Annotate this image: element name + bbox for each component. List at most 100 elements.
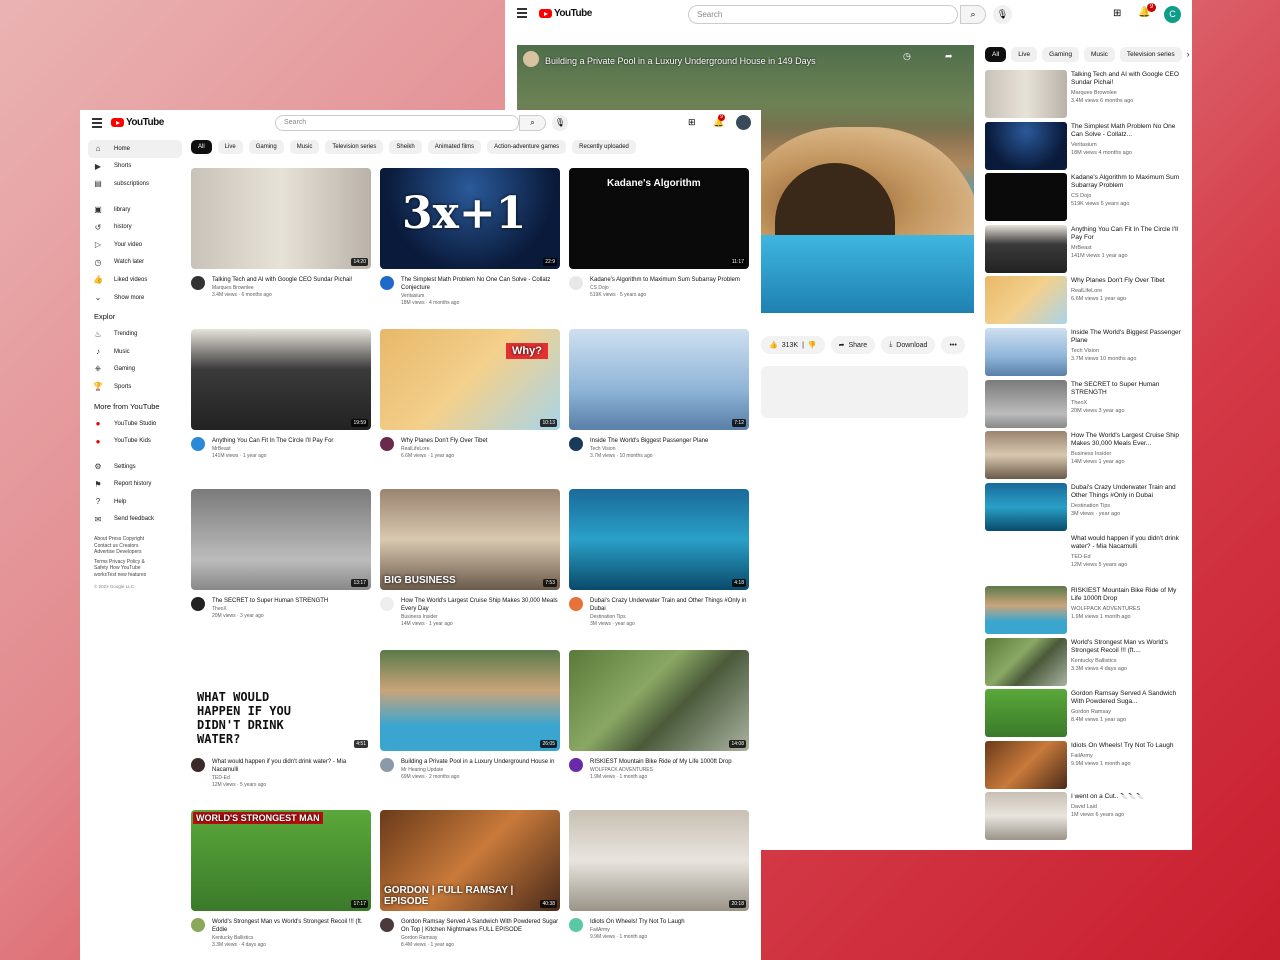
channel-name[interactable]: Destination Tips bbox=[590, 614, 748, 621]
video-thumbnail[interactable]: 7:12 bbox=[569, 328, 749, 430]
channel-avatar[interactable] bbox=[380, 918, 394, 932]
video-title[interactable]: Anything You Can Fit In The Circle I'll … bbox=[1071, 226, 1183, 242]
video-thumbnail[interactable] bbox=[985, 70, 1067, 118]
channel-name[interactable]: FailArmy bbox=[1071, 752, 1183, 760]
chip-all[interactable]: All bbox=[985, 47, 1007, 62]
video-card[interactable]: 7:12 Inside The World's Biggest Passenger… bbox=[569, 328, 749, 490]
video-title[interactable]: The SECRET to Super Human STRENGTH bbox=[1071, 381, 1183, 397]
channel-name[interactable]: Kentucky Ballistics bbox=[1071, 657, 1183, 665]
channel-name[interactable]: WOLFPACK ADVENTURES bbox=[1071, 605, 1183, 613]
video-thumbnail[interactable] bbox=[985, 173, 1067, 222]
video-card[interactable]: 3x+1 22:9 The Simplest Math Problem No One… bbox=[380, 168, 560, 329]
video-card[interactable]: Why? 10:13 Why Planes Don't Fly Over Tibet… bbox=[380, 328, 560, 490]
related-video-item[interactable]: World's Strongest Man vs World's Stronge… bbox=[985, 637, 1185, 690]
channel-name[interactable]: RealLifeLore bbox=[401, 446, 559, 453]
sidebar-item-subscriptions[interactable]: ▤ subscriptions bbox=[88, 175, 182, 193]
chip-gaming[interactable]: Gaming bbox=[1042, 47, 1079, 62]
video-thumbnail[interactable]: WHAT WOULD HAPPEN IF YOU DIDN'T DRINK WA… bbox=[191, 649, 371, 751]
related-video-item[interactable]: Kadane's Algorithm to Maximum Sum Subarr… bbox=[985, 173, 1185, 225]
footer-links[interactable]: About Press Copyright Contact us Creator… bbox=[88, 536, 160, 555]
video-card[interactable]: Kadane's Algorithm 11:17 Kadane's Algorith… bbox=[569, 168, 749, 329]
video-thumbnail[interactable] bbox=[985, 379, 1067, 428]
channel-avatar[interactable] bbox=[191, 276, 205, 290]
channel-name[interactable]: FailArmy bbox=[590, 927, 748, 934]
chip-all[interactable]: All bbox=[191, 140, 212, 154]
related-video-item[interactable]: Anything You Can Fit In The Circle I'll … bbox=[985, 224, 1185, 277]
video-card[interactable]: 26:05 Building a Private Pool in a Luxury… bbox=[380, 649, 560, 811]
channel-name[interactable]: Destination Tips bbox=[1071, 502, 1183, 510]
channel-name[interactable]: TED-Ed bbox=[212, 775, 370, 782]
channel-name[interactable]: MrBeast bbox=[1071, 244, 1183, 252]
download-button[interactable]: ⤓ Download bbox=[881, 336, 936, 354]
chip-television-series[interactable]: Television series bbox=[1119, 47, 1182, 62]
sidebar-item-send-feedback[interactable]: ✉ Send feedback bbox=[88, 511, 182, 529]
youtube-logo[interactable]: YouTube bbox=[111, 117, 164, 128]
chip-gaming[interactable]: Gaming bbox=[248, 140, 284, 154]
channel-avatar[interactable] bbox=[569, 436, 583, 451]
related-video-item[interactable]: The SECRET to Super Human STRENGTH TheoX 2… bbox=[985, 379, 1185, 432]
video-card[interactable]: BIG BUSINESS 7:53 How The World's Largest … bbox=[380, 489, 560, 650]
search-input[interactable]: Search bbox=[275, 115, 519, 131]
video-thumbnail[interactable] bbox=[985, 327, 1067, 376]
related-video-item[interactable]: I went on a Cut.. 🔪🔪🔪 David Laid 1M views … bbox=[985, 792, 1185, 844]
video-title[interactable]: Gordon Ramsay Served A Sandwich With Pow… bbox=[1071, 690, 1183, 706]
video-thumbnail[interactable]: GORDON | FULL RAMSAY | EPISODE 40:38 bbox=[380, 810, 560, 911]
video-card[interactable]: 14:08 RISKIEST Mountain Bike Ride of My L… bbox=[569, 649, 749, 811]
channel-name[interactable]: David Laid bbox=[1071, 803, 1183, 811]
search-input[interactable]: Search bbox=[688, 5, 958, 24]
video-title[interactable]: Anything You Can Fit In The Circle I'll … bbox=[212, 437, 370, 445]
sidebar-item-music[interactable]: ♪ Music bbox=[88, 343, 182, 361]
related-video-item[interactable]: Talking Tech and AI with Google CEO Sund… bbox=[985, 70, 1185, 122]
video-thumbnail[interactable]: Why? 10:13 bbox=[380, 328, 560, 430]
channel-name[interactable]: MrBeast bbox=[212, 446, 370, 453]
video-thumbnail[interactable]: 14:08 bbox=[569, 649, 749, 751]
menu-icon[interactable] bbox=[92, 118, 102, 130]
channel-avatar[interactable] bbox=[569, 276, 583, 290]
video-title[interactable]: Idiots On Wheels! Try Not To Laugh bbox=[1071, 742, 1183, 750]
chip-recently-uploaded[interactable]: Recently uploaded bbox=[572, 140, 636, 154]
related-video-item[interactable]: The Simplest Math Problem No One Can Sol… bbox=[985, 121, 1185, 174]
sidebar-item-home[interactable]: ⌂ Home bbox=[88, 140, 182, 158]
channel-avatar[interactable] bbox=[523, 51, 539, 67]
video-title[interactable]: What would happen if you didn't drink wa… bbox=[212, 758, 370, 774]
chip-television-series[interactable]: Television series bbox=[325, 140, 384, 154]
chip-action-adventure-games[interactable]: Action-adventure games bbox=[487, 140, 567, 154]
chip-animated-films[interactable]: Animated films bbox=[427, 140, 482, 154]
channel-avatar[interactable] bbox=[191, 757, 205, 772]
video-thumbnail[interactable]: 13:17 bbox=[191, 489, 371, 590]
video-title[interactable]: Dubai's Crazy Underwater Train and Other… bbox=[590, 597, 748, 613]
video-title[interactable]: What would happen if you didn't drink wa… bbox=[1071, 535, 1183, 551]
video-thumbnail[interactable] bbox=[985, 276, 1067, 325]
video-title[interactable]: Talking Tech and AI with Google CEO Sund… bbox=[1071, 71, 1183, 87]
chevron-right-icon[interactable]: › bbox=[1187, 47, 1190, 62]
sidebar-item-youtube-kids[interactable]: ● YouTube Kids bbox=[88, 432, 182, 450]
video-thumbnail[interactable]: 19:59 bbox=[191, 328, 371, 430]
thumbs-down-icon[interactable]: 👎 bbox=[808, 341, 817, 349]
video-thumbnail[interactable]: 14:20 bbox=[191, 168, 371, 269]
video-title[interactable]: The SECRET to Super Human STRENGTH bbox=[212, 597, 370, 605]
channel-name[interactable]: Business Insider bbox=[401, 614, 559, 621]
video-title[interactable]: Kadane's Algorithm to Maximum Sum Subarr… bbox=[590, 276, 748, 284]
video-title[interactable]: World's Strongest Man vs World's Stronge… bbox=[1071, 639, 1183, 655]
channel-avatar[interactable] bbox=[380, 597, 394, 611]
more-options-icon[interactable]: ••• bbox=[941, 336, 965, 354]
channel-name[interactable]: CS Dojo bbox=[1071, 192, 1183, 200]
video-thumbnail[interactable] bbox=[985, 431, 1067, 480]
video-card[interactable]: 19:59 Anything You Can Fit In The Circle … bbox=[191, 328, 371, 490]
video-title[interactable]: Idiots On Wheels! Try Not To Laugh bbox=[590, 918, 748, 926]
video-title[interactable]: How The World's Largest Cruise Ship Make… bbox=[1071, 432, 1183, 448]
search-icon[interactable]: ⌕ bbox=[960, 5, 986, 24]
video-title[interactable]: The Simplest Math Problem No One Can Sol… bbox=[401, 276, 559, 292]
menu-icon[interactable] bbox=[517, 8, 527, 20]
channel-name[interactable]: RealLifeLore bbox=[1071, 287, 1183, 295]
video-title[interactable]: Building a Private Pool in a Luxury Unde… bbox=[401, 758, 559, 766]
video-title[interactable]: The Simplest Math Problem No One Can Sol… bbox=[1071, 123, 1183, 139]
video-title[interactable]: Gordon Ramsay Served A Sandwich With Pow… bbox=[401, 918, 559, 934]
chip-music[interactable]: Music bbox=[289, 140, 320, 154]
share-button[interactable]: ➦ Share bbox=[830, 336, 876, 354]
video-card[interactable]: 20:18 Idiots On Wheels! Try Not To Laugh F… bbox=[569, 810, 749, 960]
video-thumbnail[interactable] bbox=[985, 792, 1067, 841]
video-thumbnail[interactable]: 4:18 bbox=[569, 489, 749, 590]
sidebar-item-liked-videos[interactable]: 👍 Liked videos bbox=[88, 271, 182, 289]
sidebar-item-help[interactable]: ? Help bbox=[88, 493, 182, 511]
